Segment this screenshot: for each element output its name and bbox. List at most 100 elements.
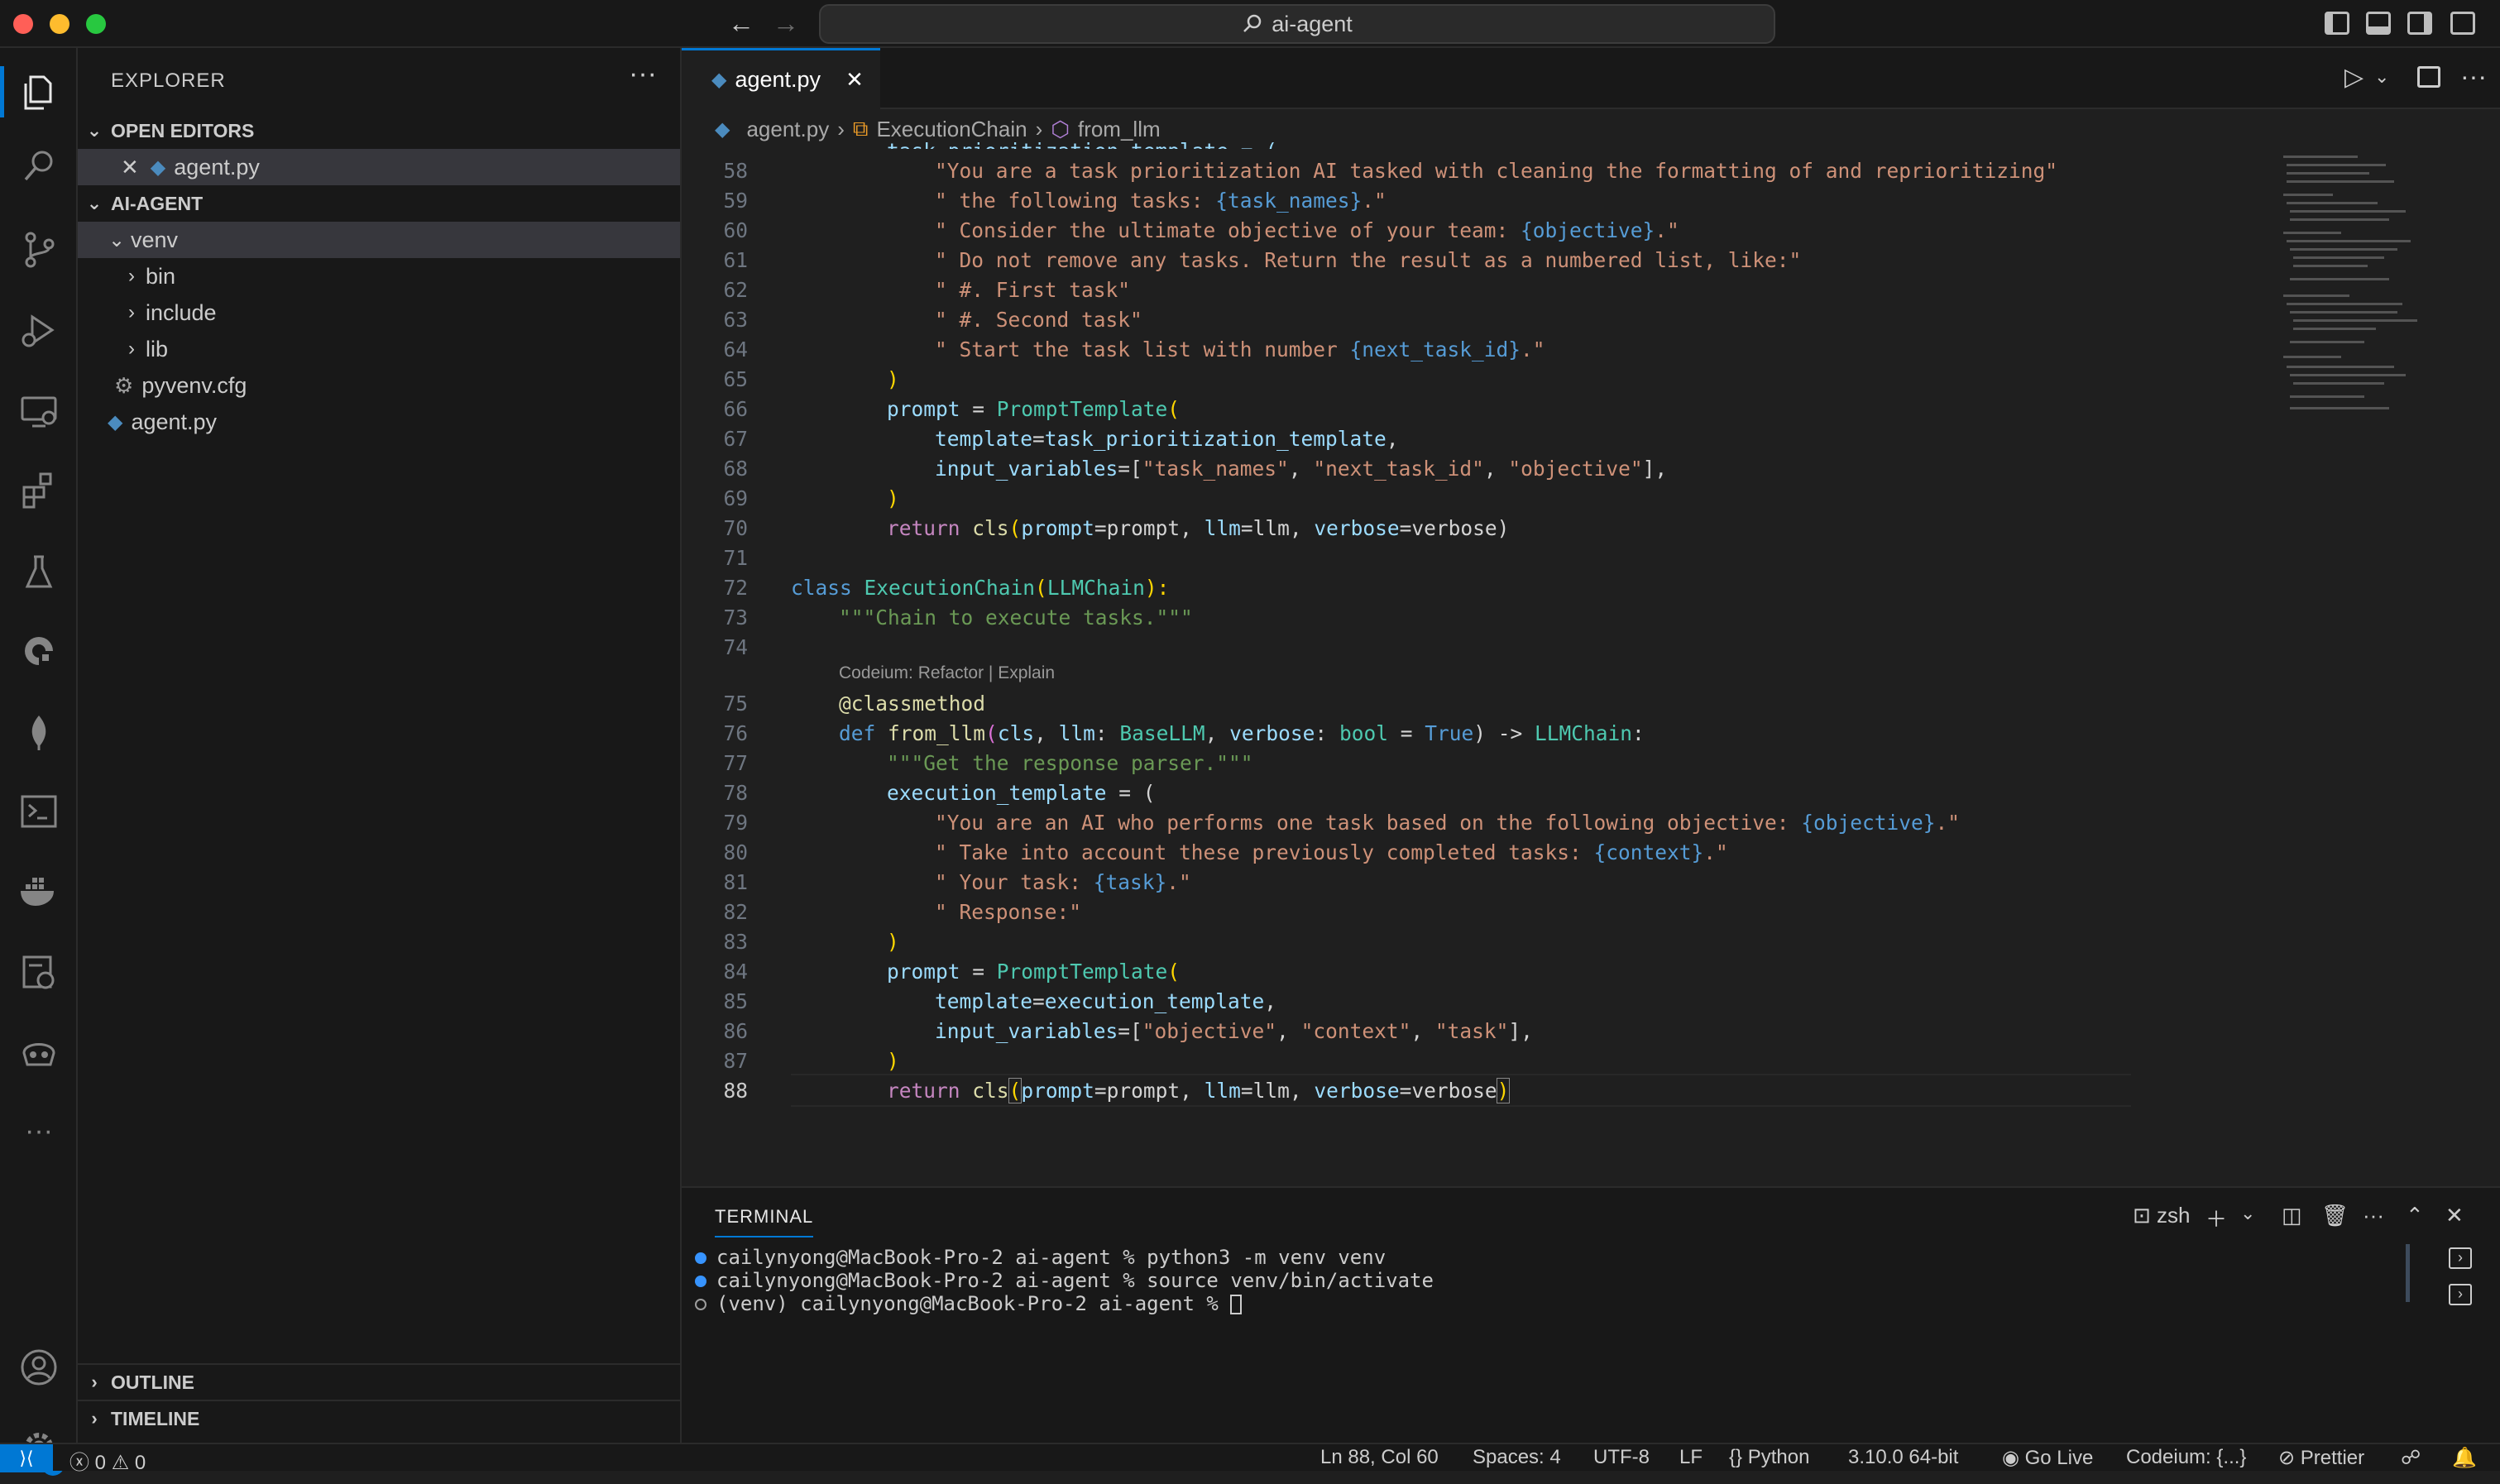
tab-terminal[interactable]: TERMINAL (715, 1206, 814, 1237)
prettier-status[interactable]: ⊘ Prettier (2278, 1446, 2364, 1470)
code-line: template=task_prioritization_template, (935, 427, 1399, 451)
split-editor-icon[interactable] (2417, 66, 2440, 88)
customize-layout-icon[interactable] (2450, 12, 2475, 35)
toggle-primary-sidebar-icon[interactable] (2325, 12, 2349, 35)
split-terminal-icon[interactable]: ◫ (2282, 1203, 2302, 1228)
minimap[interactable] (2283, 149, 2417, 447)
terminal-scrollbar[interactable] (2406, 1244, 2410, 1302)
terminal-tab-icon[interactable]: › (2449, 1284, 2472, 1305)
search-icon[interactable] (0, 129, 78, 203)
account-icon[interactable] (0, 1330, 78, 1405)
breadcrumb-file[interactable]: agent.py (746, 117, 829, 142)
close-window-button[interactable] (13, 14, 33, 34)
python-interpreter[interactable]: 3.10.0 64-bit (1848, 1446, 1958, 1469)
code-line: class ExecutionChain(LLMChain): (791, 576, 1170, 600)
more-actions-icon[interactable]: ··· (2460, 61, 2487, 92)
explorer-icon[interactable] (0, 55, 78, 129)
run-python-icon[interactable]: ▷ (2344, 63, 2364, 92)
breadcrumb-class[interactable]: ExecutionChain (876, 117, 1027, 142)
remote-indicator-icon[interactable]: ⟩⟨ (0, 1444, 53, 1472)
extensions-icon[interactable] (0, 453, 78, 528)
line-number: 72 (723, 576, 748, 600)
sidebar-title: EXPLORER (111, 69, 226, 92)
terminal-line[interactable]: (venv) cailynyong@MacBook-Pro-2 ai-agent… (695, 1292, 1243, 1315)
language-mode[interactable]: {} Python (1729, 1446, 1809, 1469)
codeium-status[interactable]: Codeium: {...} (2126, 1446, 2246, 1469)
codeium-icon[interactable] (0, 614, 78, 688)
breadcrumb-method[interactable]: from_llm (1078, 117, 1161, 142)
chevron-right-icon: › (128, 337, 135, 360)
more-actions-icon[interactable]: ··· (2363, 1203, 2384, 1228)
line-number: 88 (723, 1079, 748, 1103)
codeium-codelens[interactable]: Codeium: Refactor | Explain (839, 663, 1055, 683)
line-number: 62 (723, 278, 748, 302)
code-line: " Response:" (935, 900, 1082, 924)
tree-folder-bin[interactable]: › bin (78, 258, 680, 294)
chevron-right-icon: › (837, 116, 845, 141)
chevron-down-icon[interactable]: ⌄ (2374, 66, 2389, 88)
run-debug-icon[interactable] (0, 293, 78, 367)
back-arrow-icon[interactable]: ← (728, 7, 754, 40)
search-icon (1243, 14, 1262, 32)
close-icon[interactable]: ✕ (845, 67, 864, 93)
outline-section[interactable]: › OUTLINE (78, 1363, 680, 1400)
close-icon[interactable]: ✕ (121, 155, 139, 180)
code-line: """Chain to execute tasks.""" (839, 606, 1193, 630)
line-number: 79 (723, 811, 748, 835)
remote-explorer-icon[interactable] (0, 374, 78, 448)
terminal-icon[interactable] (0, 774, 78, 849)
feedback-icon[interactable]: ☍ (2401, 1446, 2421, 1470)
copilot-icon[interactable] (0, 1014, 78, 1089)
end-of-line[interactable]: LF (1679, 1446, 1703, 1469)
line-number: 82 (723, 900, 748, 924)
project-section[interactable]: ⌄ AI-AGENT (78, 185, 680, 222)
maximize-panel-icon[interactable]: ⌃ (2406, 1203, 2424, 1228)
tree-file-pyvenv[interactable]: ⚙ pyvenv.cfg (78, 367, 680, 404)
notifications-bell-icon[interactable]: 🔔 (2452, 1446, 2477, 1470)
docker-icon[interactable] (0, 854, 78, 928)
tree-folder-venv[interactable]: ⌄ venv (78, 222, 680, 258)
tab-label: agent.py (735, 67, 821, 92)
line-number: 71 (723, 546, 748, 570)
more-actions-icon[interactable]: ··· (629, 58, 657, 90)
line-number: 78 (723, 781, 748, 805)
line-number: 70 (723, 516, 748, 540)
line-number: 65 (723, 367, 748, 391)
command-center-search[interactable]: ai-agent (819, 4, 1775, 44)
chevron-down-icon[interactable]: ⌄ (2240, 1203, 2255, 1224)
toggle-secondary-sidebar-icon[interactable] (2407, 12, 2432, 35)
tab-agent-py[interactable]: ◆ agent.py ✕ (682, 48, 880, 109)
code-editor[interactable]: task_prioritization_template = ( 58 "You… (682, 139, 2378, 1183)
chevron-right-icon: › (91, 1408, 98, 1429)
code-line: " #. Second task" (935, 308, 1142, 332)
tree-file-agent[interactable]: ◆ agent.py (78, 404, 680, 440)
line-number: 76 (723, 721, 748, 745)
source-control-icon[interactable] (0, 212, 78, 286)
mongodb-icon[interactable] (0, 695, 78, 769)
new-terminal-icon[interactable]: ＋ (2205, 1203, 2227, 1233)
terminal-shell-selector[interactable]: ⊡ zsh (2133, 1203, 2191, 1228)
database-icon[interactable] (0, 935, 78, 1009)
forward-arrow-icon[interactable]: → (773, 7, 799, 40)
line-number: 63 (723, 308, 748, 332)
tree-folder-lib[interactable]: › lib (78, 331, 680, 367)
trash-icon[interactable]: 🗑 (2321, 1203, 2349, 1228)
code-line: " Do not remove any tasks. Return the re… (935, 248, 1802, 272)
open-editor-item[interactable]: ✕ ◆ agent.py (78, 149, 680, 185)
python-file-icon: ◆ (715, 117, 730, 141)
indentation[interactable]: Spaces: 4 (1473, 1446, 1561, 1469)
more-icon[interactable]: ··· (0, 1094, 78, 1168)
close-panel-icon[interactable]: ✕ (2445, 1203, 2464, 1228)
open-editors-section[interactable]: ⌄ OPEN EDITORS (78, 112, 680, 149)
encoding[interactable]: UTF-8 (1593, 1446, 1650, 1469)
terminal-tab-icon[interactable]: › (2449, 1247, 2472, 1269)
toggle-panel-icon[interactable] (2366, 12, 2391, 35)
cursor-position[interactable]: Ln 88, Col 60 (1320, 1446, 1439, 1469)
line-number: 64 (723, 337, 748, 361)
testing-icon[interactable] (0, 534, 78, 609)
timeline-section[interactable]: › TIMELINE (78, 1400, 680, 1436)
tree-folder-include[interactable]: › include (78, 294, 680, 331)
minimize-window-button[interactable] (50, 14, 69, 34)
maximize-window-button[interactable] (86, 14, 106, 34)
go-live-button[interactable]: ◉ Go Live (2002, 1446, 2093, 1470)
